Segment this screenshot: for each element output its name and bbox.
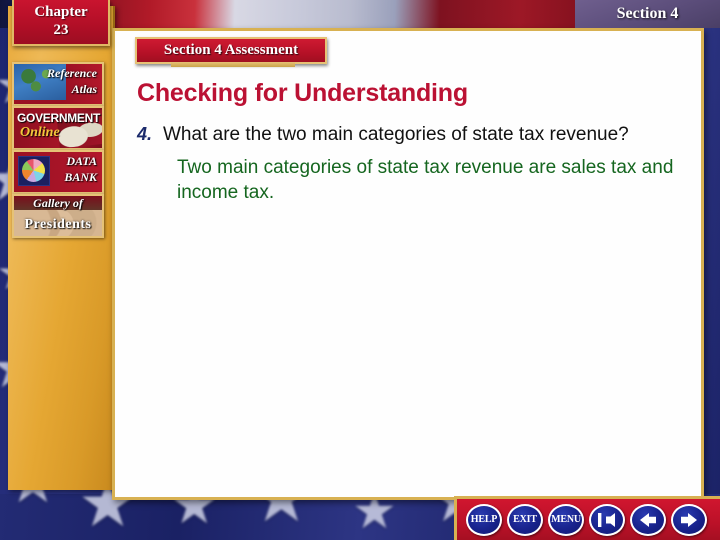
exit-button-label: EXIT [513,514,537,525]
content-panel: Section 4 Assessment Checking for Unders… [112,28,704,500]
sidebar-item-label: BANK [64,170,97,184]
help-button[interactable]: HELP [466,503,502,536]
next-slide-button[interactable] [671,503,707,536]
section-tab: Section 4 [575,0,720,28]
question-block: 4. What are the two main categories of s… [137,122,673,205]
question-row: 4. What are the two main categories of s… [137,122,672,147]
question-text: What are the two main categories of stat… [163,124,629,145]
assessment-banner-label: Section 4 Assessment [163,42,299,58]
menu-button-label: MENU [551,514,581,525]
slide-stage: ★ ★ ★ ★ ★ ★ ★ ★ ★ ★ ★ Section 4 Chapter … [0,0,720,540]
sidebar-item-reference-atlas[interactable]: Reference Atlas [12,62,104,106]
sidebar-item-label: Reference [47,66,97,80]
sidebar-item-gallery-of-presidents[interactable]: Gallery of Presidents [12,194,104,238]
page-title: Checking for Understanding [137,79,468,107]
sidebar-item-label: Gallery of [33,196,83,210]
arrow-right-icon [681,512,697,527]
first-slide-button[interactable] [589,503,625,536]
sidebar-item-label: Atlas [71,82,97,96]
help-button-label: HELP [470,514,498,525]
answer-text: Two main categories of state tax revenue… [177,157,674,203]
navigation-bar: HELP EXIT MENU [454,496,720,540]
exit-button[interactable]: EXIT [507,503,543,536]
sidebar-item-data-bank[interactable]: DATA BANK [12,150,104,194]
arrow-left-icon [640,512,656,527]
question-number: 4. [137,124,153,144]
menu-button[interactable]: MENU [548,503,584,536]
chapter-number: 23 [53,22,69,38]
chapter-label: Chapter [34,4,88,20]
sidebar-item-label: GOVERNMENT [17,111,101,125]
sidebar-item-label: Presidents [24,217,92,232]
previous-slide-button[interactable] [630,503,666,536]
sidebar-item-label: Online [20,125,60,140]
sidebar-item-label: DATA [66,154,97,168]
arrow-left-bar-icon [598,512,615,527]
sidebar-item-government-online[interactable]: GOVERNMENT Online [12,106,104,150]
section-tab-label: Section 4 [616,5,679,22]
chapter-box: Chapter 23 [12,0,110,46]
assessment-banner: Section 4 Assessment [135,37,327,67]
